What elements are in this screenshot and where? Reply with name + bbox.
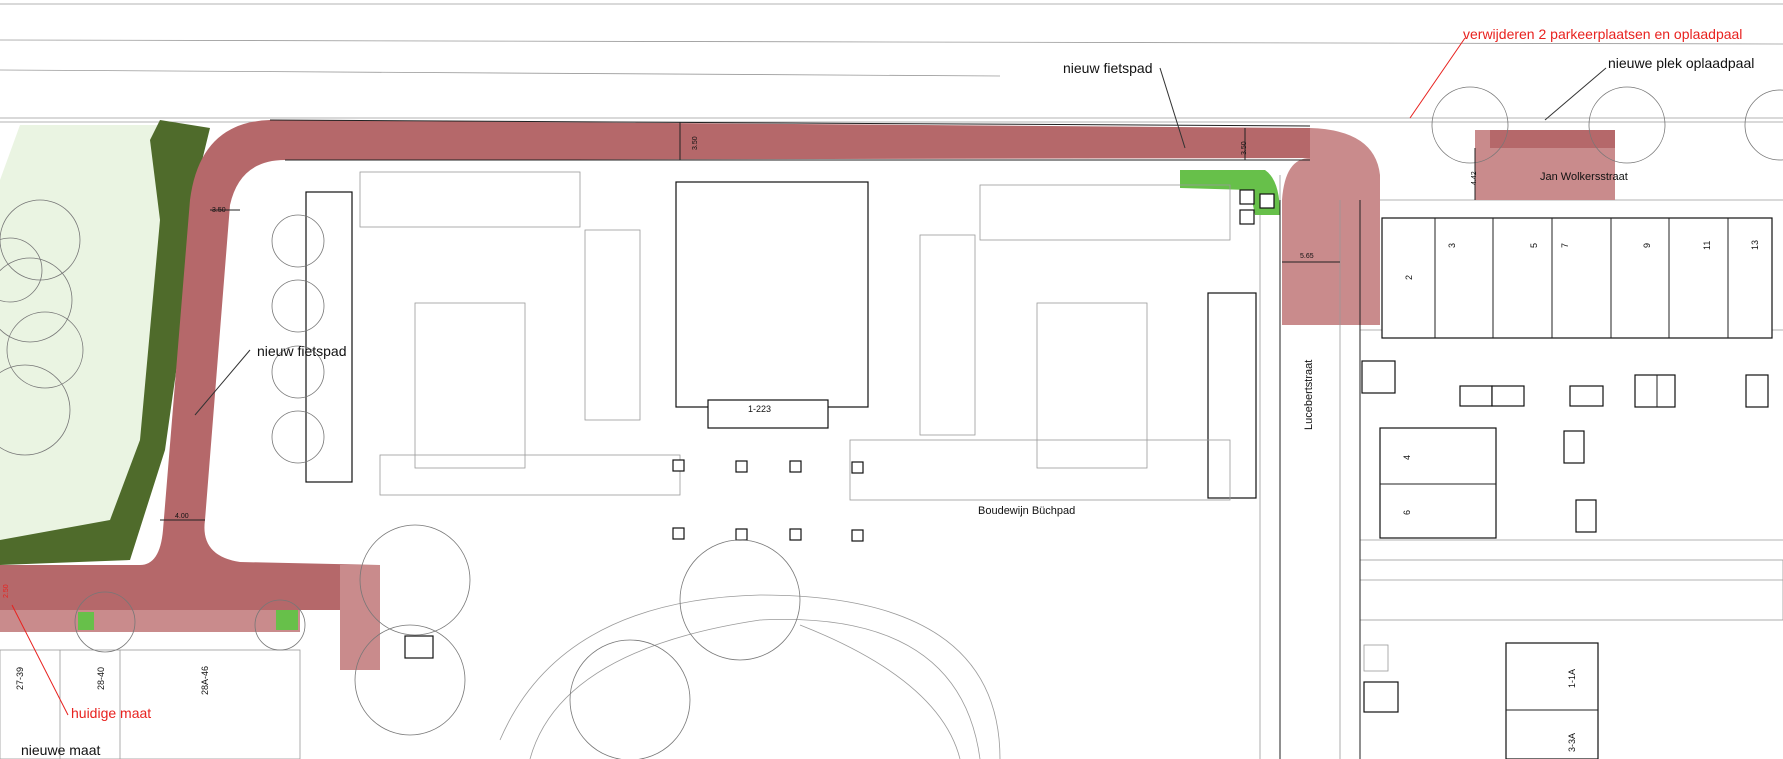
annotation-new-charger-spot: nieuwe plek oplaadpaal	[1608, 55, 1754, 71]
annotation-current-size: huidige maat	[71, 705, 151, 721]
annotation-new-bikepath-left: nieuw fietspad	[257, 343, 347, 359]
dim-400: 4.00	[175, 513, 189, 520]
hn-7: 7	[1560, 243, 1570, 248]
hn-9: 9	[1642, 243, 1652, 248]
dim-350-left: 3.50	[212, 207, 226, 214]
buildings	[305, 181, 1773, 759]
hn-5: 5	[1529, 243, 1539, 248]
hn-28-40: 28-40	[96, 667, 106, 690]
annotation-remove-parking: verwijderen 2 parkeerplaatsen en oplaadp…	[1463, 26, 1742, 42]
hn-28a-46: 28A-46	[200, 666, 210, 695]
hn-11: 11	[1702, 241, 1712, 250]
dim-350-a: 3.50	[692, 136, 699, 150]
hn-main-block: 1-223	[748, 404, 771, 414]
site-plan-drawing: verwijderen 2 parkeerplaatsen en oplaadp…	[0, 3, 1783, 759]
dim-250: 2.50	[3, 584, 10, 598]
street-boudewijn: Boudewijn Büchpad	[978, 505, 1075, 517]
hn-3: 3	[1447, 243, 1457, 248]
annotation-new-bikepath-top: nieuw fietspad	[1063, 60, 1153, 76]
street-lucebert: Lucebertstraat	[1303, 360, 1315, 430]
hn-4: 4	[1402, 455, 1412, 460]
dim-350-b: 3.50	[1241, 141, 1248, 155]
hn-2: 2	[1404, 275, 1414, 280]
hn-13: 13	[1750, 240, 1760, 250]
hn-3-3a: 3-3A	[1567, 733, 1577, 752]
hn-27-39: 27-39	[15, 667, 25, 690]
annotation-new-size: nieuwe maat	[21, 742, 100, 758]
dim-442: 4.42	[1471, 171, 1478, 185]
street-jan-wolkers: Jan Wolkersstraat	[1540, 171, 1628, 183]
dim-565: 5.65	[1300, 253, 1314, 260]
hn-6: 6	[1402, 510, 1412, 515]
hn-1-1a: 1-1A	[1567, 669, 1577, 688]
